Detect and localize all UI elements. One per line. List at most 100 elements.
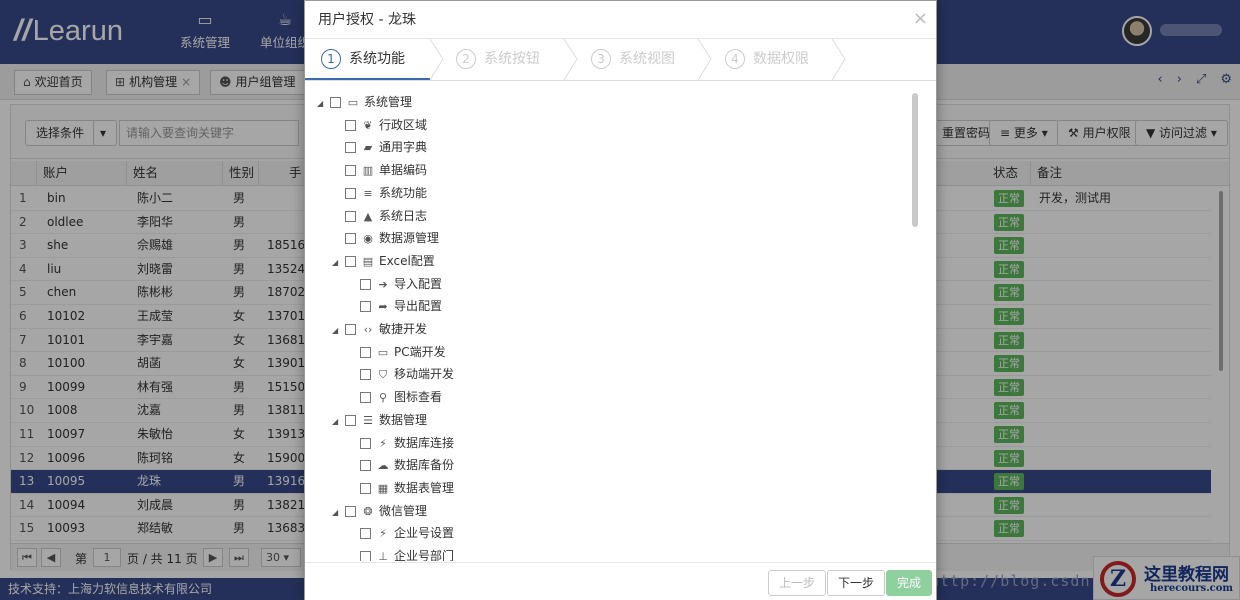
tree-node[interactable]: ⊥ 企业号部门 [347, 545, 454, 561]
tree-node-label: PC端开发 [394, 344, 446, 359]
step-separator-icon [563, 39, 578, 80]
tree-node[interactable]: ☁ 数据库备份 [347, 454, 454, 476]
expand-toggle-icon[interactable]: ◢ [317, 93, 327, 115]
finish-button[interactable]: 完成 [886, 570, 933, 596]
tree-node-label: 数据源管理 [379, 231, 440, 246]
tree-node[interactable]: ⚲ 图标查看 [347, 386, 442, 408]
tree-node-label: 微信管理 [379, 503, 428, 518]
tree-checkbox[interactable] [360, 278, 371, 290]
tree-node-label: 图标查看 [394, 390, 443, 405]
prev-step-button[interactable]: 上一步 [768, 570, 827, 596]
tree-node[interactable]: ◢ ▭ 系统管理 [317, 91, 412, 113]
tree-checkbox[interactable] [360, 482, 371, 494]
tree-node[interactable]: ≡ 系统功能 [332, 182, 427, 204]
tree-checkbox[interactable] [345, 210, 356, 222]
tree-checkbox[interactable] [345, 165, 356, 177]
tree-node[interactable]: ◉ 数据源管理 [332, 227, 439, 249]
database-icon: ☰ [363, 413, 373, 427]
tree-node[interactable]: ⚡ 数据库连接 [347, 432, 454, 454]
tree-node[interactable]: ◢ ▤ Excel配置 [332, 250, 435, 272]
tree-checkbox[interactable] [345, 505, 356, 517]
expand-toggle-icon[interactable]: ◢ [332, 320, 342, 342]
tree-node[interactable]: ▰ 通用字典 [332, 136, 427, 158]
user-authorization-dialog: 用户授权 - 龙珠 × 1 系统功能 2 系统按钮 3 系统视图 4 数据权限 ◢ ▭ 系统… [304, 0, 937, 600]
expand-toggle-icon[interactable]: ◢ [332, 502, 342, 524]
step-system-function[interactable]: 1 系统功能 [321, 39, 405, 80]
tree-node[interactable]: ◢ ☰ 数据管理 [332, 409, 427, 431]
wizard-steps: 1 系统功能 2 系统按钮 3 系统视图 4 数据权限 [305, 39, 936, 81]
table-icon: ▦ [377, 481, 389, 495]
tree-checkbox[interactable] [345, 255, 356, 267]
tree-node[interactable]: ◢ ❂ 微信管理 [332, 500, 427, 522]
tree-node-label: 数据管理 [379, 412, 428, 427]
tree-node[interactable]: ➔ 导入配置 [347, 273, 442, 295]
book-icon: ▰ [363, 141, 373, 155]
tree-checkbox[interactable] [345, 414, 356, 426]
tree-checkbox[interactable] [345, 142, 356, 154]
step-system-buttons[interactable]: 2 系统按钮 [456, 39, 540, 80]
tree-node[interactable]: ▥ 单据编码 [332, 159, 427, 181]
tree-node-label: Excel配置 [379, 253, 435, 268]
tree-checkbox[interactable] [360, 528, 371, 540]
tree-node-label: 系统功能 [379, 185, 428, 200]
list-icon: ≡ [363, 186, 373, 200]
tree-checkbox[interactable] [345, 233, 356, 245]
step-data-permission[interactable]: 4 数据权限 [725, 39, 809, 80]
step-separator-icon [697, 39, 712, 80]
share-icon: ➦ [378, 300, 388, 314]
dot-circle-icon: ◉ [363, 232, 373, 246]
tree-node[interactable]: ➦ 导出配置 [347, 295, 442, 317]
permission-tree: ◢ ▭ 系统管理 ❦ 行政区域 ▰ 通用字典 ▥ 单据编码 ≡ 系统功能 ▲ 系统日志 ◉ 数据源管理 ◢ ▤ E… [305, 83, 918, 561]
wechat-icon: ❂ [363, 504, 373, 518]
close-icon[interactable]: × [913, 9, 928, 29]
plug-icon: ⚡ [379, 527, 387, 541]
tree-node-label: 数据表管理 [394, 480, 455, 495]
sign-in-icon: ➔ [378, 277, 388, 291]
next-step-button[interactable]: 下一步 [827, 570, 886, 596]
tree-node-label: 系统管理 [364, 95, 413, 109]
tree-node[interactable]: ⚡ 企业号设置 [347, 522, 454, 544]
search-icon: ⚲ [378, 391, 388, 405]
tree-node-label: 导出配置 [394, 299, 443, 314]
leaf-icon: ❦ [363, 118, 373, 132]
tree-checkbox[interactable] [345, 119, 356, 131]
tree-node[interactable]: ▲ 系统日志 [332, 205, 427, 227]
tree-checkbox[interactable] [345, 324, 356, 335]
tree-node-label: 移动端开发 [394, 367, 455, 382]
step-separator-icon [429, 39, 444, 80]
tree-node[interactable]: ▦ 数据表管理 [347, 477, 454, 499]
cloud-icon: ☁ [377, 459, 389, 473]
tree-checkbox[interactable] [360, 369, 371, 381]
warning-icon: ▲ [363, 209, 373, 223]
active-step-indicator [305, 78, 430, 80]
tree-node-label: 企业号设置 [394, 526, 455, 541]
tree-checkbox[interactable] [330, 97, 341, 108]
tree-scrollbar[interactable] [912, 93, 918, 227]
step-separator-icon [831, 39, 846, 80]
tree-node-label: 数据库连接 [394, 435, 455, 450]
tree-checkbox[interactable] [360, 301, 371, 313]
tree-node[interactable]: ▭ PC端开发 [347, 341, 446, 363]
expand-toggle-icon[interactable]: ◢ [332, 411, 342, 433]
tree-checkbox[interactable] [360, 346, 371, 358]
tree-checkbox[interactable] [360, 460, 371, 472]
step-system-views[interactable]: 3 系统视图 [591, 39, 675, 80]
tree-node-label: 企业号部门 [394, 549, 455, 561]
tree-node-label: 导入配置 [394, 276, 443, 291]
tree-node-label: 数据库备份 [394, 458, 455, 473]
tree-node[interactable]: ◢ ‹› 敏捷开发 [332, 318, 427, 340]
tree-checkbox[interactable] [360, 437, 371, 449]
tree-node[interactable]: ❦ 行政区域 [332, 114, 427, 136]
tree-checkbox[interactable] [360, 551, 371, 561]
tree-node-label: 敏捷开发 [379, 322, 428, 336]
tree-node[interactable]: ⛉ 移动端开发 [347, 363, 454, 385]
desktop-icon: ▭ [377, 345, 389, 359]
expand-toggle-icon[interactable]: ◢ [332, 252, 342, 274]
dialog-footer: 上一步 下一步 完成 [305, 562, 936, 600]
tree-checkbox[interactable] [345, 187, 356, 199]
sitemap-icon: ⊥ [378, 550, 388, 561]
tree-node-label: 单据编码 [379, 163, 428, 178]
dialog-title: 用户授权 - 龙珠 [305, 1, 936, 39]
tree-checkbox[interactable] [360, 392, 371, 404]
desktop-icon: ▭ [347, 96, 359, 109]
